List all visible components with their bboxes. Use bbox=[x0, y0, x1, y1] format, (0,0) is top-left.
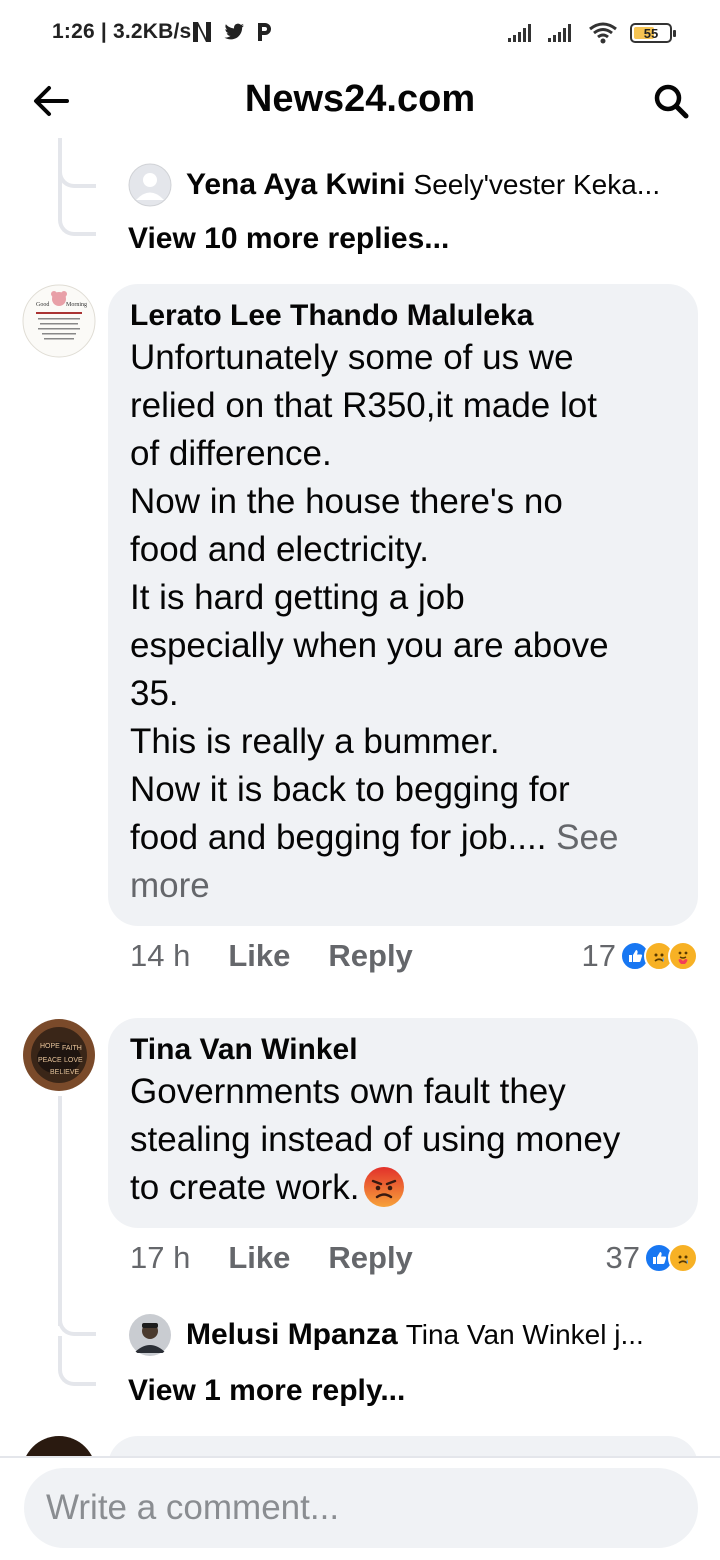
reply-preview[interactable]: Melusi Mpanza Tina Van Winkel j... bbox=[128, 1312, 698, 1358]
reaction-count: 37 bbox=[605, 1240, 640, 1275]
search-icon bbox=[654, 84, 689, 119]
thread-line bbox=[58, 1096, 62, 1326]
comment-line: food and begging for job.... bbox=[130, 818, 557, 857]
default-avatar-icon bbox=[128, 163, 172, 207]
battery-level: 55 bbox=[643, 25, 659, 41]
search-button[interactable] bbox=[648, 78, 694, 124]
comment-bubble[interactable] bbox=[108, 1436, 698, 1456]
faith-peace-love-avatar-icon: HOPE FAITH PEACE LOVE BELIEVE bbox=[23, 1019, 95, 1091]
reply-author[interactable]: Yena Aya Kwini bbox=[186, 168, 406, 202]
twitter-icon bbox=[224, 23, 244, 40]
see-more-link[interactable]: more bbox=[130, 862, 676, 910]
avatar[interactable] bbox=[128, 1313, 172, 1357]
notification-icons bbox=[190, 18, 274, 46]
comment-line: especially when you are above bbox=[130, 626, 609, 665]
sad-reaction-icon bbox=[668, 1243, 698, 1273]
like-button[interactable]: Like bbox=[228, 1240, 290, 1276]
avatar[interactable] bbox=[22, 1436, 96, 1456]
p-icon bbox=[258, 23, 271, 41]
comment-line: of difference. bbox=[130, 434, 332, 473]
svg-text:Morning: Morning bbox=[66, 302, 87, 308]
system-icons: 55 bbox=[508, 20, 676, 46]
reply-snippet: Tina Van Winkel j... bbox=[405, 1319, 644, 1350]
comment-line: stealing instead of using money bbox=[130, 1120, 621, 1159]
thread-connector bbox=[58, 188, 96, 236]
angry-face-icon bbox=[363, 1167, 404, 1207]
good-morning-avatar-icon: Good Morning bbox=[22, 284, 96, 358]
reply-author[interactable]: Melusi Mpanza bbox=[186, 1318, 398, 1352]
reply-snippet: Seely'vester Keka... bbox=[413, 169, 661, 200]
comment-text: Unfortunately some of us we relied on th… bbox=[130, 334, 676, 910]
svg-text:BELIEVE: BELIEVE bbox=[50, 1069, 80, 1076]
comment-actions: 17 h Like Reply bbox=[130, 1240, 413, 1276]
comment-line: food and electricity. bbox=[130, 530, 429, 569]
view-more-replies[interactable]: View 1 more reply... bbox=[128, 1374, 405, 1408]
svg-text:FAITH: FAITH bbox=[62, 1045, 82, 1052]
avatar[interactable]: Good Morning bbox=[22, 284, 96, 358]
status-bar: 1:26 | 3.2KB/s 55 bbox=[0, 0, 720, 64]
comment-line: Now it is back to begging for bbox=[130, 770, 570, 809]
svg-text:LOVE: LOVE bbox=[64, 1057, 83, 1064]
comment-line: It is hard getting a job bbox=[130, 578, 465, 617]
comment-composer[interactable] bbox=[24, 1468, 698, 1548]
comment-line: to create work. bbox=[130, 1168, 360, 1207]
reply-button[interactable]: Reply bbox=[328, 938, 412, 974]
comment-time[interactable]: 14 h bbox=[130, 938, 190, 974]
comment-line: Governments own fault they bbox=[130, 1072, 566, 1111]
reply-button[interactable]: Reply bbox=[328, 1240, 412, 1276]
comment-line: Unfortunately some of us we bbox=[130, 338, 574, 377]
comment-text: Governments own fault they stealing inst… bbox=[130, 1068, 676, 1212]
comment-author[interactable]: Tina Van Winkel bbox=[130, 1032, 676, 1068]
comment-author[interactable]: Lerato Lee Thando Maluleka bbox=[130, 298, 676, 334]
comment-line: Now in the house there's no bbox=[130, 482, 563, 521]
thread-connector bbox=[58, 1336, 96, 1386]
app-header: News24.com bbox=[0, 64, 720, 138]
signal-icon bbox=[508, 24, 531, 42]
thread-connector bbox=[58, 148, 96, 188]
reaction-summary[interactable]: 17 bbox=[582, 938, 698, 974]
comment-line: relied on that R350,it made lot bbox=[130, 386, 597, 425]
see-more-link[interactable]: See bbox=[556, 818, 618, 857]
care-reaction-icon bbox=[668, 941, 698, 971]
status-time: 1:26 | 3.2KB/s bbox=[52, 20, 192, 43]
comment-input[interactable] bbox=[46, 1488, 698, 1528]
netflix-icon bbox=[193, 22, 211, 42]
reaction-count: 17 bbox=[581, 938, 616, 973]
thread-connector bbox=[58, 1298, 96, 1336]
avatar[interactable] bbox=[128, 163, 172, 207]
person-avatar-icon bbox=[129, 1314, 171, 1356]
view-more-replies[interactable]: View 10 more replies... bbox=[128, 222, 449, 256]
like-button[interactable]: Like bbox=[228, 938, 290, 974]
page-title: News24.com bbox=[244, 78, 476, 120]
reaction-summary[interactable]: 37 bbox=[606, 1240, 698, 1276]
reply-preview[interactable]: Yena Aya Kwini Seely'vester Keka... bbox=[128, 162, 698, 208]
comment-bubble[interactable]: Lerato Lee Thando Maluleka Unfortunately… bbox=[108, 284, 698, 926]
wifi-icon bbox=[589, 22, 617, 44]
comment-line: This is really a bummer. bbox=[130, 722, 500, 761]
comment-actions: 14 h Like Reply bbox=[130, 938, 413, 974]
avatar[interactable]: HOPE FAITH PEACE LOVE BELIEVE bbox=[22, 1018, 96, 1092]
signal-icon bbox=[548, 24, 571, 42]
comment-feed[interactable]: Yena Aya Kwini Seely'vester Keka... View… bbox=[0, 138, 720, 1456]
svg-text:PEACE: PEACE bbox=[38, 1057, 62, 1064]
battery-icon: 55 bbox=[630, 23, 676, 43]
composer-divider bbox=[0, 1456, 720, 1458]
comment-time[interactable]: 17 h bbox=[130, 1240, 190, 1276]
svg-text:Good: Good bbox=[36, 302, 49, 308]
comment-line: 35. bbox=[130, 674, 179, 713]
comment-bubble[interactable]: Tina Van Winkel Governments own fault th… bbox=[108, 1018, 698, 1228]
svg-text:HOPE: HOPE bbox=[40, 1043, 60, 1050]
